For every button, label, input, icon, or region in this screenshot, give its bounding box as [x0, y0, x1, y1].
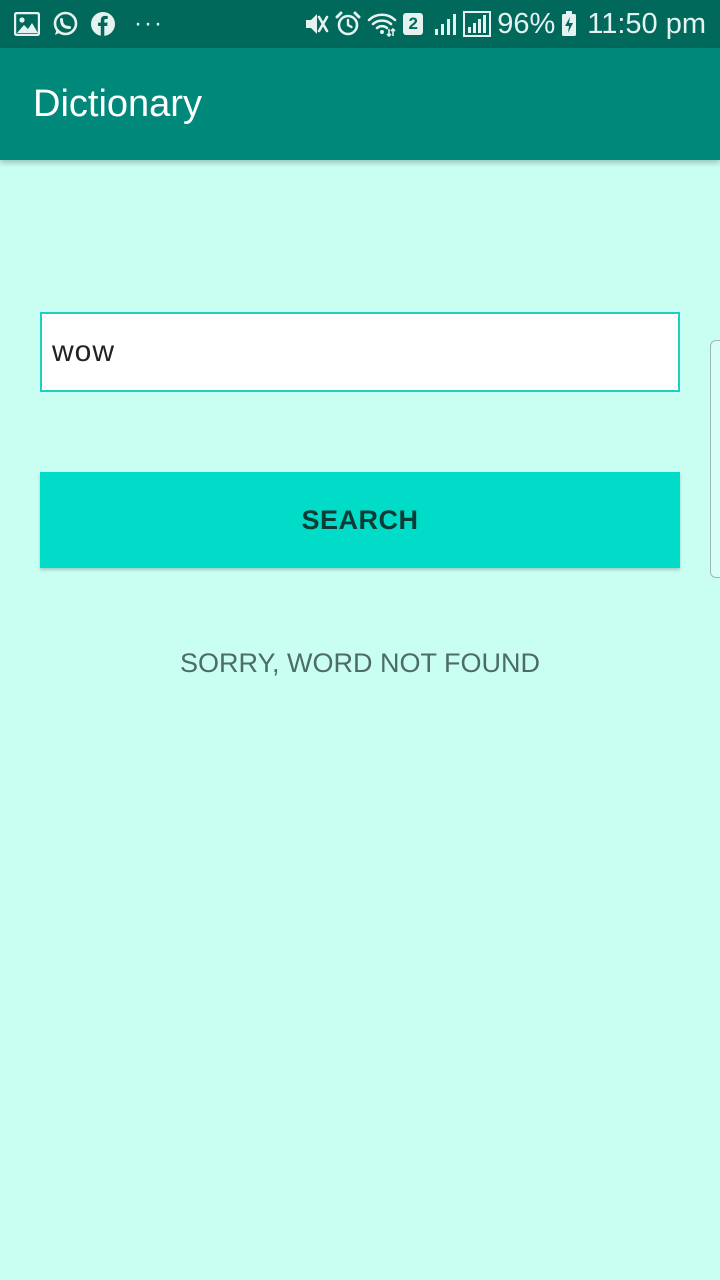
status-bar: ··· 2 96% 11:50 pm [0, 0, 720, 48]
facebook-icon [90, 11, 116, 37]
search-button[interactable]: SEARCH [40, 472, 680, 568]
signal-icon-1 [433, 12, 457, 36]
word-input[interactable] [40, 312, 680, 392]
edge-panel-handle[interactable] [710, 340, 720, 578]
gallery-icon [14, 12, 40, 36]
app-bar: Dictionary [0, 48, 720, 160]
whatsapp-icon [52, 11, 78, 37]
battery-percentage: 96% [497, 7, 556, 40]
status-bar-right: 2 96% 11:50 pm [303, 8, 706, 41]
alarm-icon [335, 11, 361, 37]
signal-icon-2 [463, 11, 492, 37]
battery-charging-icon [561, 11, 577, 37]
vibrate-mute-icon [303, 11, 329, 37]
wifi-icon [367, 11, 397, 37]
result-message: SORRY, WORD NOT FOUND [179, 648, 541, 678]
status-bar-left: ··· [14, 10, 176, 38]
sim-2-badge: 2 [403, 13, 424, 35]
clock: 11:50 pm [587, 7, 706, 40]
app-title: Dictionary [33, 82, 202, 125]
more-notifications-icon: ··· [134, 10, 164, 37]
